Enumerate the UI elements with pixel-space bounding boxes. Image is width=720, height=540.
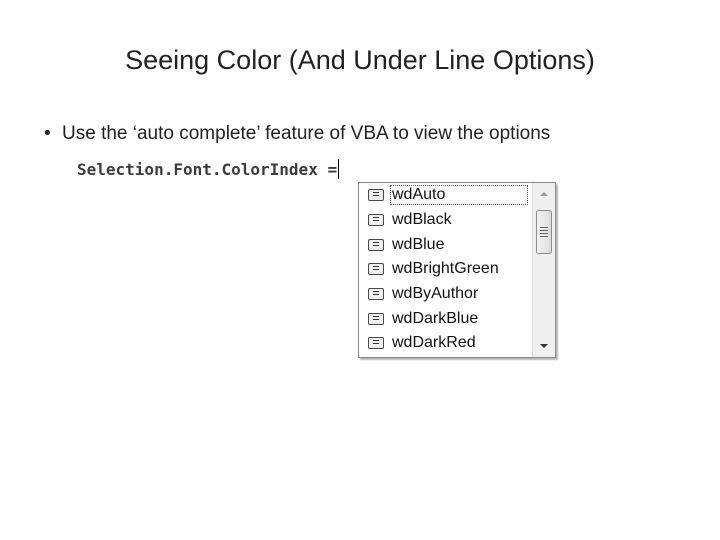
autocomplete-item-wdblack[interactable]: wdBlack [359, 208, 531, 233]
autocomplete-item-label: wdByAuthor [392, 285, 479, 303]
autocomplete-list[interactable]: wdAuto wdBlack wdBlue wdBrightGreen wdBy… [359, 183, 531, 357]
constant-icon [368, 214, 384, 227]
slide: Seeing Color (And Under Line Options) • U… [0, 0, 720, 540]
constant-icon [368, 288, 384, 301]
code-editor-line[interactable]: Selection.Font.ColorIndex = [77, 158, 340, 182]
scroll-grip-line [540, 233, 548, 234]
scroll-up-arrow-icon[interactable] [533, 185, 555, 203]
scroll-down-arrow-icon[interactable] [533, 337, 555, 355]
autocomplete-item-label: wdBrightGreen [392, 260, 499, 278]
autocomplete-item-wdbrightgreen[interactable]: wdBrightGreen [359, 257, 531, 282]
scroll-grip-line [540, 230, 548, 231]
autocomplete-item-wddarkred[interactable]: wdDarkRed [359, 331, 531, 356]
autocomplete-item-label: wdAuto [390, 185, 528, 206]
autocomplete-item-label: wdDarkBlue [392, 309, 479, 327]
text-caret [338, 159, 340, 179]
constant-icon [368, 337, 384, 350]
code-text: Selection.Font.ColorIndex = [77, 160, 338, 179]
bullet-icon: • [44, 123, 51, 144]
scroll-grip-icon [540, 227, 548, 228]
autocomplete-item-wddarkblue[interactable]: wdDarkBlue [359, 306, 531, 331]
autocomplete-item-label: wdDarkRed [392, 334, 476, 352]
slide-title: Seeing Color (And Under Line Options) [125, 45, 595, 75]
autocomplete-dropdown[interactable]: wdAuto wdBlack wdBlue wdBrightGreen wdBy… [358, 182, 556, 358]
scroll-thumb[interactable] [536, 210, 552, 254]
autocomplete-item-wdauto[interactable]: wdAuto [359, 183, 531, 208]
autocomplete-item-label: wdBlack [392, 211, 452, 229]
constant-icon [368, 312, 384, 325]
autocomplete-item-wdblue[interactable]: wdBlue [359, 232, 531, 257]
bullet-text: Use the ‘auto complete’ feature of VBA t… [62, 123, 551, 144]
autocomplete-item-label: wdBlue [392, 235, 445, 253]
constant-icon [368, 263, 384, 276]
bullet-item: • Use the ‘auto complete’ feature of VBA … [44, 121, 550, 147]
constant-icon [368, 189, 384, 202]
constant-icon [368, 238, 384, 251]
scroll-grip-line [540, 236, 548, 237]
vertical-scrollbar[interactable] [532, 183, 555, 357]
autocomplete-item-wdbyauthor[interactable]: wdByAuthor [359, 282, 531, 307]
